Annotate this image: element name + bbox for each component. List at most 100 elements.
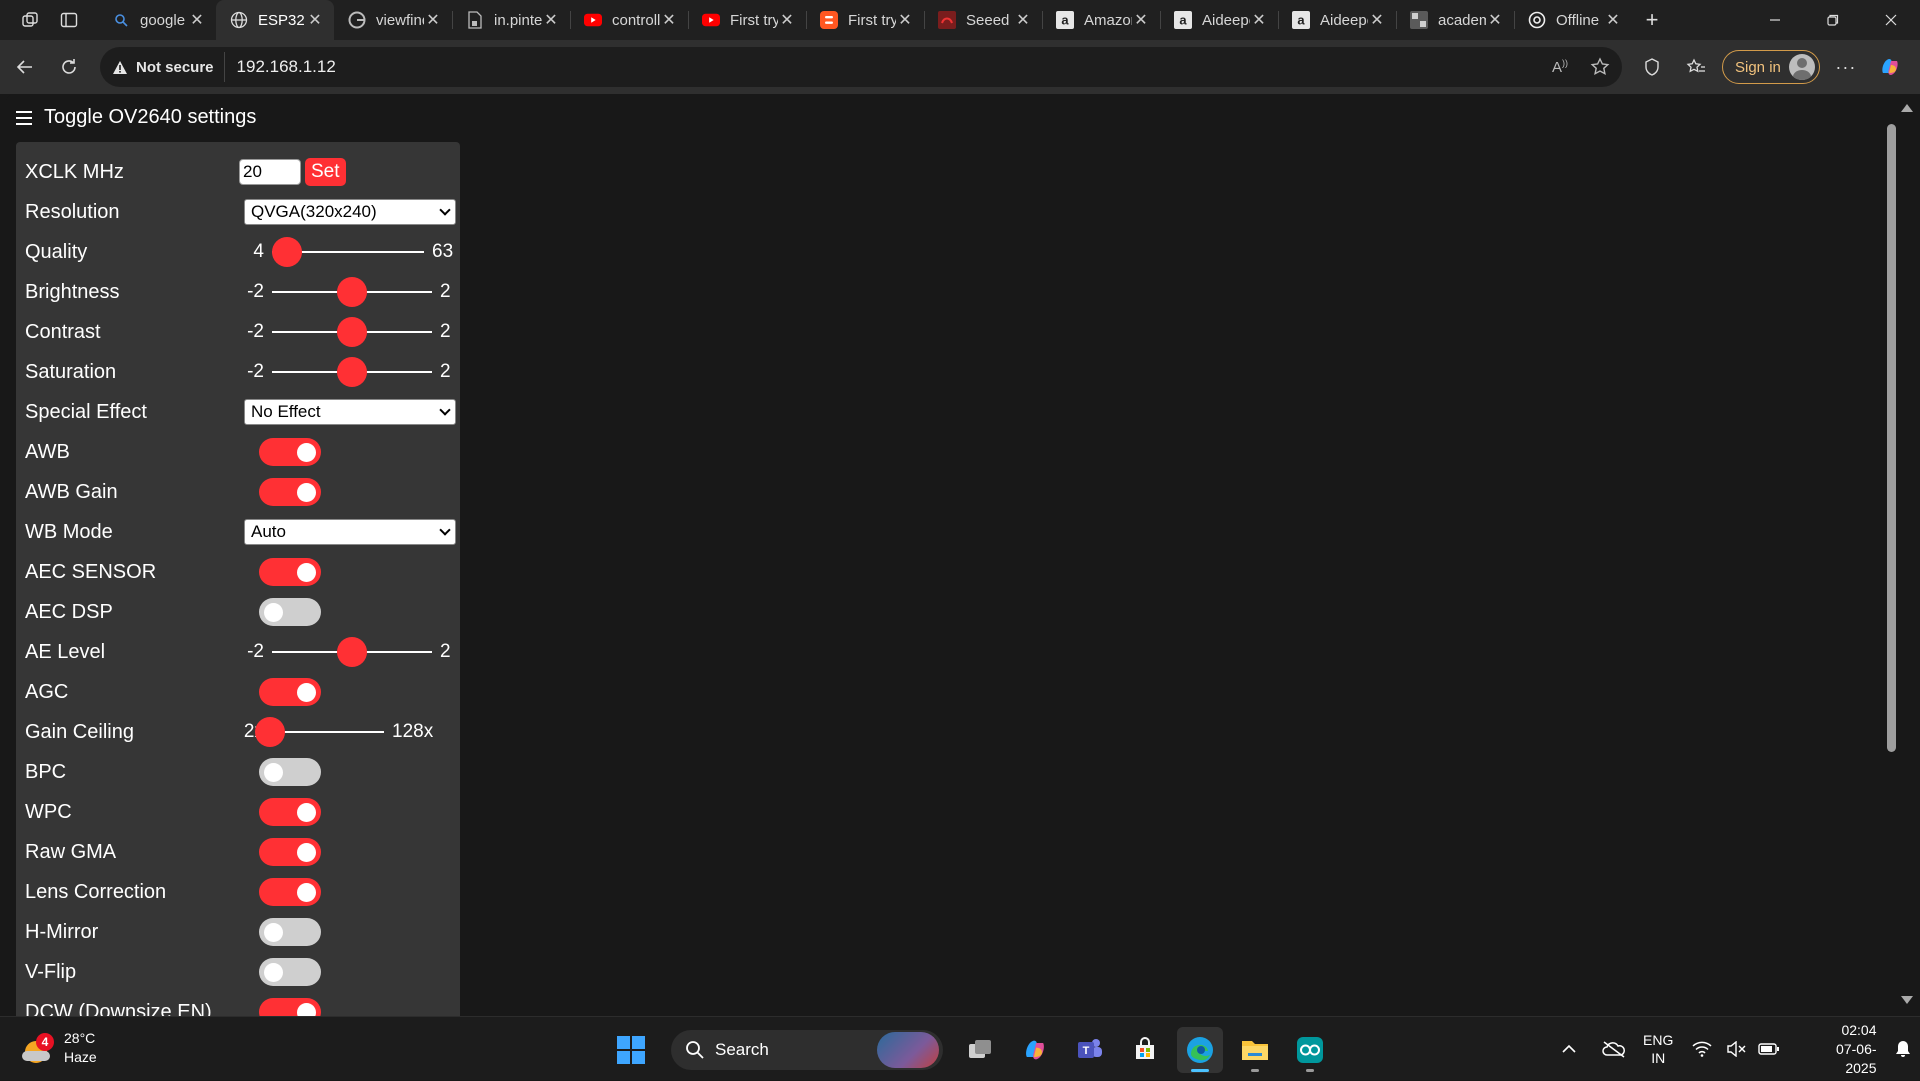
battery-icon[interactable]	[1752, 1032, 1786, 1066]
close-tab-icon[interactable]: ✕	[424, 10, 442, 30]
wb-mode-select[interactable]: Auto	[244, 519, 456, 545]
brightness-slider[interactable]	[272, 277, 432, 307]
wpc-toggle[interactable]	[259, 798, 321, 826]
browser-tab[interactable]: viewfinder✕	[334, 0, 452, 40]
close-tab-icon[interactable]: ✕	[1014, 10, 1032, 30]
volume-muted-icon[interactable]	[1719, 1032, 1753, 1066]
browser-tab[interactable]: First try ✕	[688, 0, 806, 40]
slider-thumb[interactable]	[255, 717, 286, 747]
arduino-ide-icon[interactable]	[1287, 1027, 1333, 1073]
aec-sensor-toggle[interactable]	[259, 558, 321, 586]
slider-thumb[interactable]	[272, 237, 303, 267]
dcw-downsize-en-toggle[interactable]	[259, 998, 321, 1016]
copilot-taskbar-icon[interactable]	[1012, 1027, 1058, 1073]
refresh-button[interactable]	[47, 45, 91, 89]
browser-tab[interactable]: Offline ✕	[1514, 0, 1632, 40]
browser-tab[interactable]: a Aideepen✕	[1278, 0, 1396, 40]
weather-widget[interactable]: 4 28°C Haze	[22, 1029, 97, 1067]
chevron-up-icon[interactable]	[1552, 1032, 1586, 1066]
system-clock[interactable]: 02:04 07-06-2025	[1806, 1021, 1876, 1078]
close-tab-icon[interactable]: ✕	[896, 10, 914, 30]
read-aloud-icon[interactable]: A))	[1552, 58, 1568, 76]
close-tab-icon[interactable]: ✕	[778, 10, 796, 30]
wifi-icon[interactable]	[1685, 1032, 1719, 1066]
close-tab-icon[interactable]: ✕	[306, 10, 324, 30]
raw-gma-toggle[interactable]	[259, 838, 321, 866]
security-label: Not secure	[136, 58, 214, 76]
page-scrollbar[interactable]	[1887, 94, 1920, 1016]
xclk-set-button[interactable]: Set	[305, 158, 346, 186]
aec-dsp-toggle[interactable]	[259, 598, 321, 626]
restore-icon[interactable]	[1804, 0, 1862, 40]
browser-tab[interactable]: google ✕	[98, 0, 216, 40]
minimize-icon[interactable]	[1746, 0, 1804, 40]
contrast-slider[interactable]	[272, 317, 432, 347]
lens-correction-toggle[interactable]	[259, 878, 321, 906]
xclk-label: XCLK MHz	[25, 160, 124, 183]
resolution-select[interactable]: QVGA(320x240)	[244, 199, 456, 225]
microsoft-store-icon[interactable]	[1122, 1027, 1168, 1073]
taskbar-search[interactable]: Search	[671, 1030, 943, 1070]
copilot-icon[interactable]	[1868, 45, 1912, 89]
browser-tab[interactable]: First try ✕	[806, 0, 924, 40]
scrollbar-thumb[interactable]	[1887, 124, 1896, 752]
browser-tab[interactable]: in.pinterest✕	[452, 0, 570, 40]
onedrive-offline-icon[interactable]	[1598, 1032, 1632, 1066]
close-tab-icon[interactable]: ✕	[188, 10, 206, 30]
close-tab-icon[interactable]: ✕	[1486, 10, 1504, 30]
favorites-icon[interactable]	[1674, 45, 1718, 89]
awb-toggle[interactable]	[259, 438, 321, 466]
saturation-slider[interactable]	[272, 357, 432, 387]
start-button[interactable]	[608, 1027, 654, 1073]
weather-haze-icon: 4	[22, 1033, 54, 1063]
v-flip-toggle[interactable]	[259, 958, 321, 986]
site-info-button[interactable]: Not secure	[112, 52, 225, 82]
sign-in-button[interactable]: Sign in	[1722, 50, 1820, 84]
slider-thumb[interactable]	[337, 637, 367, 667]
more-options-icon[interactable]: ···	[1824, 45, 1868, 89]
workspaces-icon[interactable]	[12, 4, 50, 36]
close-tab-icon[interactable]: ✕	[542, 10, 560, 30]
scroll-down-icon[interactable]	[1901, 996, 1913, 1004]
address-bar[interactable]: Not secure 192.168.1.12 A))	[100, 47, 1622, 87]
slider-thumb[interactable]	[337, 357, 367, 387]
h-mirror-toggle[interactable]	[259, 918, 321, 946]
back-button[interactable]	[3, 45, 47, 89]
browser-tab[interactable]: academy✕	[1396, 0, 1514, 40]
slider-thumb[interactable]	[337, 317, 367, 347]
quality-slider[interactable]	[272, 237, 424, 267]
close-tab-icon[interactable]: ✕	[1604, 10, 1622, 30]
xclk-input[interactable]	[239, 159, 301, 185]
browser-tab[interactable]: a Amazon✕	[1042, 0, 1160, 40]
file-explorer-icon[interactable]	[1232, 1027, 1278, 1073]
teams-icon[interactable]: T	[1067, 1027, 1113, 1073]
browser-tab[interactable]: ESP32 ✕	[216, 0, 334, 40]
ae-level-slider[interactable]	[272, 637, 432, 667]
url-text[interactable]: 192.168.1.12	[237, 57, 336, 77]
task-view-icon[interactable]	[957, 1027, 1003, 1073]
new-tab-button[interactable]: +	[1632, 0, 1672, 40]
vertical-tabs-icon[interactable]	[50, 4, 88, 36]
notification-bell-icon[interactable]	[1887, 1032, 1920, 1066]
close-window-icon[interactable]	[1862, 0, 1920, 40]
browser-tab[interactable]: Seeed ✕	[924, 0, 1042, 40]
scroll-up-icon[interactable]	[1901, 104, 1913, 112]
close-tab-icon[interactable]: ✕	[1132, 10, 1150, 30]
close-tab-icon[interactable]: ✕	[1250, 10, 1268, 30]
browser-essentials-icon[interactable]	[1630, 45, 1674, 89]
awb-gain-toggle[interactable]	[259, 478, 321, 506]
close-tab-icon[interactable]: ✕	[1368, 10, 1386, 30]
slider-thumb[interactable]	[337, 277, 367, 307]
gain-ceiling-slider[interactable]	[255, 717, 384, 747]
settings-menu-toggle[interactable]: Toggle OV2640 settings	[16, 106, 256, 129]
bpc-toggle[interactable]	[259, 758, 321, 786]
input-language[interactable]: ENG IN	[1643, 1031, 1673, 1067]
special-effect-select[interactable]: No Effect	[244, 399, 456, 425]
agc-toggle[interactable]	[259, 678, 321, 706]
browser-tab[interactable]: a Aideepen✕	[1160, 0, 1278, 40]
browser-tab[interactable]: controller✕	[570, 0, 688, 40]
lang-line1: ENG	[1643, 1032, 1674, 1048]
edge-browser-icon[interactable]	[1177, 1027, 1223, 1073]
favorite-star-icon[interactable]	[1590, 57, 1610, 77]
close-tab-icon[interactable]: ✕	[660, 10, 678, 30]
